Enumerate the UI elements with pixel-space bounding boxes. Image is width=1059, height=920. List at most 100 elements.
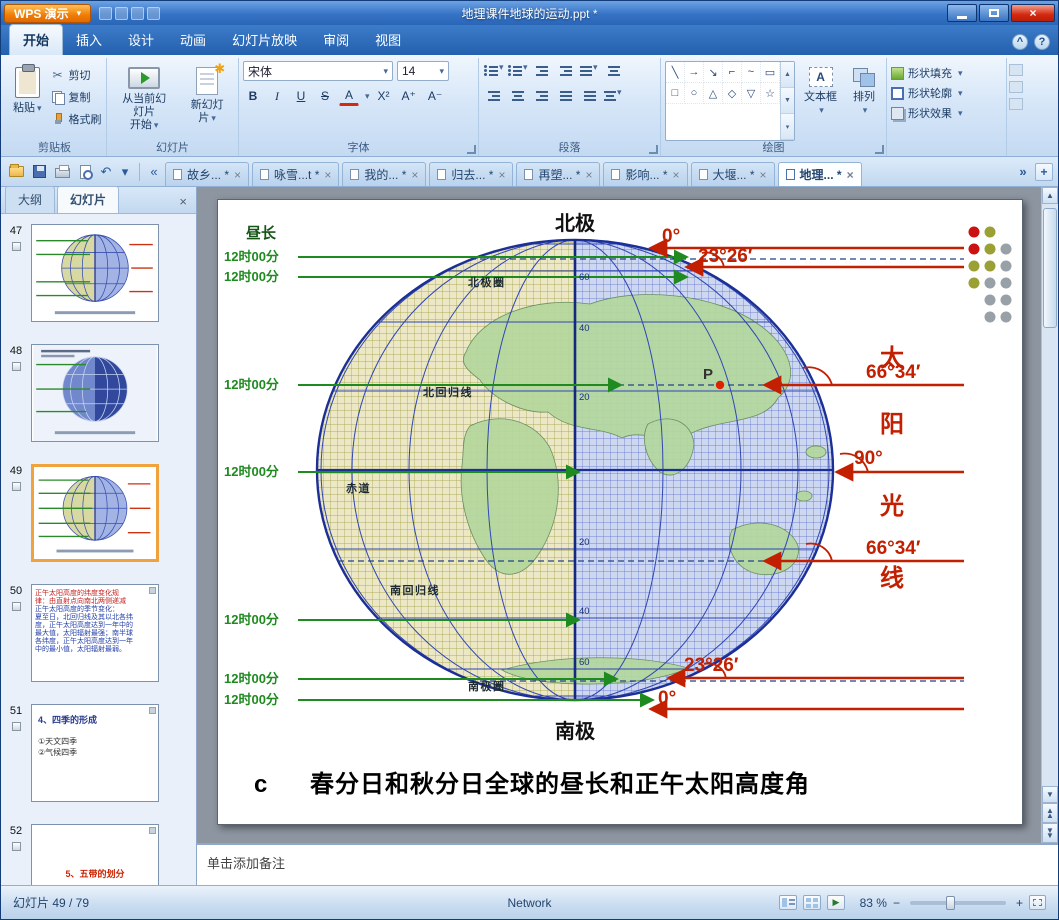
normal-view-button[interactable] bbox=[778, 895, 797, 910]
notes-pane[interactable]: 单击添加备注 bbox=[197, 843, 1058, 887]
animation-indicator-icon[interactable] bbox=[11, 602, 21, 611]
open-button[interactable] bbox=[6, 162, 26, 182]
new-slide-button[interactable]: ✱ 新幻灯片 ▾ bbox=[180, 61, 234, 141]
paragraph-dialog-launcher-icon[interactable] bbox=[649, 145, 658, 154]
columns-button[interactable]: ▾ bbox=[603, 86, 625, 106]
font-color-button[interactable]: A bbox=[339, 86, 359, 106]
gallery-scroll-down-icon[interactable]: ▼ bbox=[781, 88, 794, 114]
slide-thumbnail-47[interactable]: 47 bbox=[1, 224, 192, 322]
distribute-button[interactable] bbox=[579, 86, 601, 106]
close-tab-icon[interactable]: × bbox=[585, 169, 592, 181]
doc-tab-guxiang[interactable]: 故乡... * × bbox=[165, 162, 250, 186]
doc-tab-yingxiang[interactable]: 影响... * × bbox=[603, 162, 688, 186]
text-box-button[interactable]: A 文本框 ▾ bbox=[798, 61, 843, 141]
arrange-button[interactable]: 排列 ▾ bbox=[846, 61, 882, 141]
zoom-in-icon[interactable]: + bbox=[1016, 896, 1023, 910]
underline-button[interactable]: U bbox=[291, 86, 311, 106]
collapse-ribbon-button[interactable]: ^ bbox=[1012, 34, 1028, 50]
gallery-scroll-up-icon[interactable]: ▲ bbox=[781, 62, 794, 88]
shape-triangle-icon[interactable]: △ bbox=[704, 83, 723, 104]
font-dialog-launcher-icon[interactable] bbox=[467, 145, 476, 154]
equinox-globe-diagram[interactable]: 昼长 12时00分 12时00分 12时00分 12时00分 12时00分 12… bbox=[218, 200, 1022, 824]
new-document-tab-button[interactable]: + bbox=[1035, 162, 1053, 181]
slide-thumbnail-48[interactable]: 48 bbox=[1, 344, 192, 442]
slide-thumbnail-52[interactable]: 52 5、五带的划分 bbox=[1, 824, 192, 887]
scrollbar-thumb[interactable] bbox=[1043, 208, 1057, 328]
zoom-slider-knob[interactable] bbox=[946, 895, 956, 910]
gallery-more-icon[interactable]: ▾ bbox=[781, 114, 794, 140]
print-preview-button[interactable] bbox=[75, 162, 95, 182]
paste-button[interactable]: 粘贴 ▾ bbox=[7, 61, 48, 141]
shape-down-triangle-icon[interactable]: ▽ bbox=[742, 83, 761, 104]
chevron-down-icon[interactable]: ▾ bbox=[365, 91, 370, 102]
increase-indent-button[interactable] bbox=[555, 61, 577, 81]
tab-home[interactable]: 开始 bbox=[9, 24, 64, 55]
qat-icon[interactable] bbox=[99, 6, 113, 20]
doc-tab-wode[interactable]: 我的... * × bbox=[342, 162, 427, 186]
shape-star-icon[interactable]: ☆ bbox=[761, 83, 780, 104]
close-panel-icon[interactable]: × bbox=[174, 194, 192, 213]
close-tab-icon[interactable]: × bbox=[673, 169, 680, 181]
close-tab-icon[interactable]: × bbox=[411, 169, 418, 181]
shape-fill-button[interactable]: 形状填充 ▾ bbox=[891, 65, 963, 81]
shape-line-icon[interactable]: ╲ bbox=[666, 62, 685, 83]
help-button[interactable]: ? bbox=[1034, 34, 1050, 50]
doc-tab-zaisu[interactable]: 再塑... * × bbox=[516, 162, 601, 186]
tab-review[interactable]: 审阅 bbox=[310, 25, 362, 55]
close-tab-icon[interactable]: × bbox=[234, 169, 241, 181]
drawing-dialog-launcher-icon[interactable] bbox=[875, 145, 884, 154]
decrease-font-button[interactable]: A⁻ bbox=[424, 86, 446, 106]
shape-elbow-icon[interactable]: ⌐ bbox=[723, 62, 742, 83]
animation-indicator-icon[interactable] bbox=[11, 362, 21, 371]
font-family-select[interactable]: 宋体 ▾ bbox=[243, 61, 393, 81]
align-left-button[interactable] bbox=[483, 86, 505, 106]
shape-diamond-icon[interactable]: ◇ bbox=[723, 83, 742, 104]
fit-slide-button[interactable] bbox=[1029, 895, 1046, 910]
doc-tab-dayan[interactable]: 大堰... * × bbox=[690, 162, 775, 186]
format-painter-button[interactable]: 格式刷 bbox=[51, 111, 102, 127]
animation-indicator-icon[interactable] bbox=[11, 482, 21, 491]
animation-indicator-icon[interactable] bbox=[11, 842, 21, 851]
save-button[interactable] bbox=[29, 162, 49, 182]
scroll-down-button[interactable]: ▼ bbox=[1042, 786, 1058, 803]
next-slide-button[interactable]: ▼ ▼ bbox=[1042, 823, 1058, 843]
shape-square-icon[interactable]: □ bbox=[666, 83, 685, 104]
play-from-current-button[interactable]: 从当前幻灯片 开始 ▾ bbox=[111, 61, 177, 141]
caption-prefix[interactable]: c bbox=[254, 771, 267, 798]
slide-sorter-view-button[interactable] bbox=[802, 895, 821, 910]
slide-thumbnail-50[interactable]: 50 正午太阳高度的纬度变化规 律：由直射点向南北两侧递减 正午太阳高度的季节变… bbox=[1, 584, 192, 682]
bullets-button[interactable]: ▾ bbox=[483, 61, 505, 81]
tab-view[interactable]: 视图 bbox=[362, 25, 414, 55]
bold-button[interactable]: B bbox=[243, 86, 263, 106]
tab-design[interactable]: 设计 bbox=[115, 25, 167, 55]
wps-app-button[interactable]: WPS 演示 ▾ bbox=[4, 3, 92, 23]
shape-arrow-icon[interactable]: → bbox=[685, 62, 704, 83]
font-size-select[interactable]: 14 ▾ bbox=[397, 61, 449, 81]
strikethrough-button[interactable]: S bbox=[315, 86, 335, 106]
justify-button[interactable] bbox=[555, 86, 577, 106]
zoom-out-icon[interactable]: − bbox=[893, 896, 900, 910]
doc-tab-guiqu[interactable]: 归去... * × bbox=[429, 162, 514, 186]
align-center-button[interactable] bbox=[507, 86, 529, 106]
scroll-tabs-left-button[interactable]: « bbox=[146, 164, 162, 179]
qat-icon[interactable] bbox=[131, 6, 145, 20]
tab-outline[interactable]: 大纲 bbox=[5, 186, 56, 213]
decrease-indent-button[interactable] bbox=[531, 61, 553, 81]
zoom-slider[interactable] bbox=[909, 895, 1006, 910]
shape-effects-button[interactable]: 形状效果 ▾ bbox=[891, 105, 963, 121]
scroll-up-button[interactable]: ▲ bbox=[1042, 187, 1058, 204]
italic-button[interactable]: I bbox=[267, 86, 287, 106]
scrollbar-track[interactable] bbox=[1042, 204, 1058, 786]
qat-icon[interactable] bbox=[115, 6, 129, 20]
scroll-tabs-right-button[interactable]: » bbox=[1015, 164, 1031, 179]
slide-canvas[interactable]: 昼长 12时00分 12时00分 12时00分 12时00分 12时00分 12… bbox=[197, 187, 1058, 843]
tab-slideshow[interactable]: 幻灯片放映 bbox=[219, 25, 310, 55]
tab-animation[interactable]: 动画 bbox=[167, 25, 219, 55]
slide-thumbnail-49-selected[interactable]: 49 bbox=[1, 464, 192, 562]
qat-icon[interactable] bbox=[147, 6, 161, 20]
text-direction-button[interactable] bbox=[603, 61, 625, 81]
toolbar-more-button[interactable]: ▾ bbox=[117, 164, 133, 180]
animation-indicator-icon[interactable] bbox=[11, 722, 21, 731]
shape-outline-button[interactable]: 形状轮廓 ▾ bbox=[891, 85, 963, 101]
close-tab-icon[interactable]: × bbox=[498, 169, 505, 181]
